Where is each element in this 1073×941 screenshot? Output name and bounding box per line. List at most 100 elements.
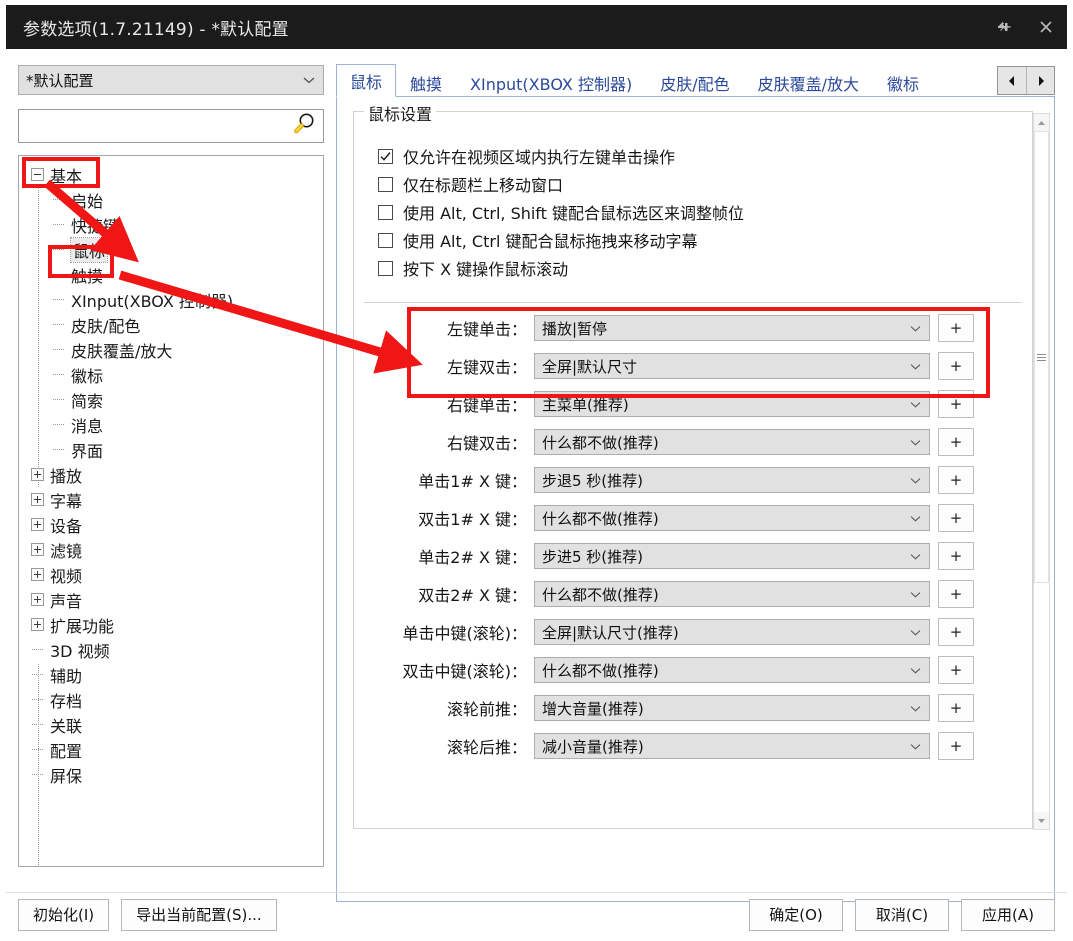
tab-prev-button[interactable] (998, 67, 1026, 94)
add-binding-button-3[interactable]: + (938, 428, 974, 456)
scroll-up-icon[interactable] (1034, 114, 1049, 131)
action-combobox-9[interactable]: 什么都不做(推荐) (534, 657, 930, 683)
checkbox-label: 仅在标题栏上移动窗口 (403, 176, 564, 195)
add-binding-button-7[interactable]: + (938, 580, 974, 608)
add-binding-button-2[interactable]: + (938, 390, 974, 418)
add-binding-button-1[interactable]: + (938, 352, 974, 380)
tree-item-1[interactable]: 启始 (19, 187, 323, 212)
add-binding-button-5[interactable]: + (938, 504, 974, 532)
tree-item-2[interactable]: 快捷键 (19, 212, 323, 237)
add-binding-button-6[interactable]: + (938, 542, 974, 570)
checkbox-icon[interactable] (378, 204, 393, 220)
tree-item-label: 消息 (71, 416, 104, 436)
add-binding-button-10[interactable]: + (938, 694, 974, 722)
add-binding-button-9[interactable]: + (938, 656, 974, 684)
add-binding-button-8[interactable]: + (938, 618, 974, 646)
tree-item-11[interactable]: 界面 (19, 437, 323, 462)
tree-item-22[interactable]: 关联 (19, 712, 323, 737)
action-combobox-11[interactable]: 减小音量(推荐) (534, 733, 930, 759)
search-input[interactable] (19, 110, 323, 142)
profile-combobox[interactable]: *默认配置 (18, 65, 324, 95)
expand-icon[interactable] (31, 468, 44, 481)
tree-item-8[interactable]: 徽标 (19, 362, 323, 387)
expand-icon[interactable] (31, 493, 44, 506)
add-binding-button-4[interactable]: + (938, 466, 974, 494)
tree-item-20[interactable]: 辅助 (19, 662, 323, 687)
checkbox-row-4[interactable]: 按下 X 键操作鼠标滚动 (378, 254, 744, 282)
action-combobox-7[interactable]: 什么都不做(推荐) (534, 581, 930, 607)
checkbox-checked-icon[interactable] (378, 148, 393, 164)
init-button[interactable]: 初始化(I) (18, 898, 110, 931)
tree-item-17[interactable]: 声音 (19, 587, 323, 612)
tab-3[interactable]: 皮肤/配色 (646, 67, 743, 97)
tree-item-label: 设备 (50, 516, 83, 536)
action-combobox-1[interactable]: 全屏|默认尺寸 (534, 353, 930, 379)
tab-5[interactable]: 徽标 (873, 67, 933, 97)
tree-item-23[interactable]: 配置 (19, 737, 323, 762)
expand-icon[interactable] (31, 543, 44, 556)
checkbox-row-3[interactable]: 使用 Alt, Ctrl 键配合鼠标拖拽来移动字幕 (378, 226, 744, 254)
action-combobox-4[interactable]: 步退5 秒(推荐) (534, 467, 930, 493)
tree-item-7[interactable]: 皮肤覆盖/放大 (19, 337, 323, 362)
cancel-button[interactable]: 取消(C) (855, 898, 949, 931)
tree-item-24[interactable]: 屏保 (19, 762, 323, 787)
search-box[interactable] (18, 109, 324, 143)
action-combobox-10[interactable]: 增大音量(推荐) (534, 695, 930, 721)
tree-item-19[interactable]: 3D 视频 (19, 637, 323, 662)
action-combobox-2[interactable]: 主菜单(推荐) (534, 391, 930, 417)
checkbox-row-1[interactable]: 仅在标题栏上移动窗口 (378, 170, 744, 198)
tree-item-6[interactable]: 皮肤/配色 (19, 312, 323, 337)
tree-item-0[interactable]: 基本 (19, 162, 323, 187)
tree-item-9[interactable]: 简索 (19, 387, 323, 412)
expand-icon[interactable] (31, 593, 44, 606)
tree-item-16[interactable]: 视频 (19, 562, 323, 587)
checkbox-icon[interactable] (378, 232, 393, 248)
scroll-down-icon[interactable] (1034, 812, 1049, 829)
export-config-button[interactable]: 导出当前配置(S)... (121, 898, 277, 931)
tree-item-13[interactable]: 字幕 (19, 487, 323, 512)
magnifier-icon[interactable] (291, 111, 317, 141)
action-combobox-6[interactable]: 步进5 秒(推荐) (534, 543, 930, 569)
action-combobox-5[interactable]: 什么都不做(推荐) (534, 505, 930, 531)
add-binding-button-0[interactable]: + (938, 314, 974, 342)
title-bar: 参数选项(1.7.21149) - *默认配置 (6, 5, 1067, 49)
close-icon[interactable] (1025, 5, 1067, 49)
tree-item-14[interactable]: 设备 (19, 512, 323, 537)
action-row-label: 右键单击： (446, 396, 527, 415)
checkbox-row-2[interactable]: 使用 Alt, Ctrl, Shift 键配合鼠标选区来调整帧位 (378, 198, 744, 226)
tree-item-5[interactable]: XInput(XBOX 控制器) (19, 287, 323, 312)
tab-0[interactable]: 鼠标 (336, 64, 397, 97)
checkbox-icon[interactable] (378, 260, 393, 276)
tab-next-button[interactable] (1026, 67, 1054, 94)
panel-scrollbar[interactable] (1033, 113, 1050, 830)
action-combobox-3[interactable]: 什么都不做(推荐) (534, 429, 930, 455)
scrollbar-thumb[interactable] (1034, 131, 1049, 583)
tree-item-4[interactable]: 触摸 (19, 262, 323, 287)
add-binding-button-11[interactable]: + (938, 732, 974, 760)
profile-combobox-value: *默认配置 (26, 71, 94, 90)
tree-item-label: 声音 (50, 591, 83, 611)
tree-item-18[interactable]: 扩展功能 (19, 612, 323, 637)
pin-icon[interactable] (983, 5, 1025, 49)
settings-tree[interactable]: 基本 启始 快捷键 鼠标 触摸 XInput(XBOX 控制器) 皮肤/配色 皮肤覆盖/放大徽… (18, 155, 324, 867)
scrollbar-track[interactable] (1034, 131, 1049, 812)
checkbox-row-0[interactable]: 仅允许在视频区域内执行左键单击操作 (378, 142, 744, 170)
tree-item-15[interactable]: 滤镜 (19, 537, 323, 562)
expand-icon[interactable] (31, 568, 44, 581)
tree-item-12[interactable]: 播放 (19, 462, 323, 487)
ok-button[interactable]: 确定(O) (749, 898, 843, 931)
collapse-icon[interactable] (31, 168, 44, 181)
expand-icon[interactable] (31, 518, 44, 531)
tree-item-10[interactable]: 消息 (19, 412, 323, 437)
action-combobox-0[interactable]: 播放|暂停 (534, 315, 930, 341)
tab-2[interactable]: XInput(XBOX 控制器) (456, 67, 646, 97)
expand-icon[interactable] (31, 618, 44, 631)
tree-item-3[interactable]: 鼠标 (19, 236, 323, 263)
action-combobox-8[interactable]: 全屏|默认尺寸(推荐) (534, 619, 930, 645)
tree-item-21[interactable]: 存档 (19, 687, 323, 712)
tree-branch-icon (52, 443, 65, 456)
checkbox-icon[interactable] (378, 176, 393, 192)
tab-4[interactable]: 皮肤覆盖/放大 (744, 67, 873, 97)
tab-1[interactable]: 触摸 (396, 67, 456, 97)
apply-button[interactable]: 应用(A) (961, 898, 1055, 931)
